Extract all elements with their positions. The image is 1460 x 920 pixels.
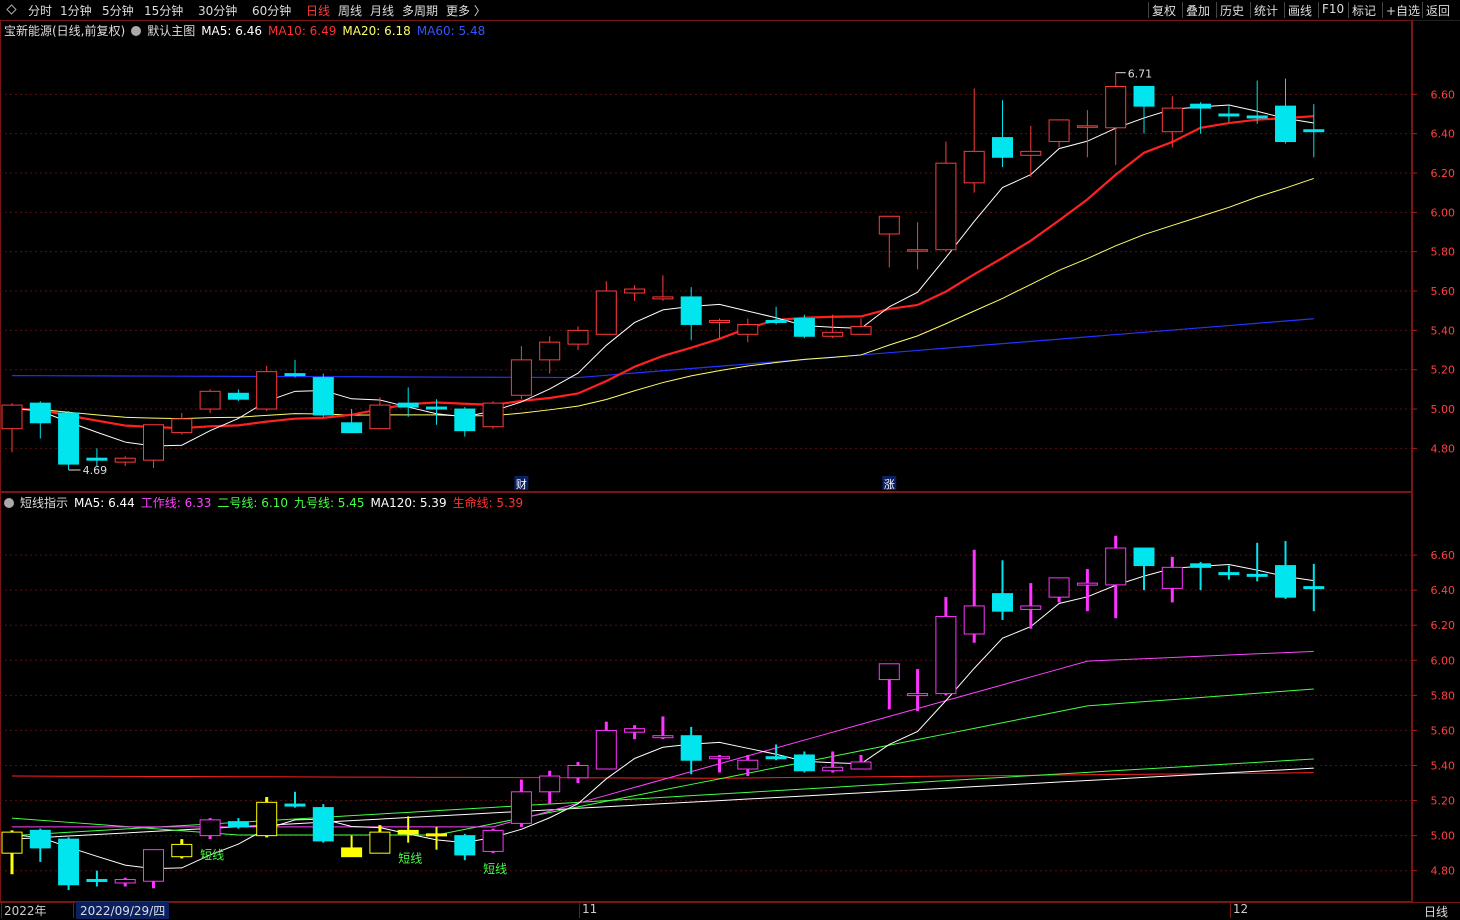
ind-legend-ma5: MA5: 6.44 <box>74 496 135 510</box>
tool-button-5[interactable]: F10 <box>1322 2 1344 16</box>
x-axis-tick <box>579 902 580 918</box>
period-tab-6[interactable]: 日线 <box>306 2 330 19</box>
tool-button-8[interactable]: 返回 <box>1426 2 1450 19</box>
tool-button-7[interactable]: +自选 <box>1386 2 1420 19</box>
tool-button-1[interactable]: 叠加 <box>1186 2 1210 19</box>
period-tab-2[interactable]: 5分钟 <box>102 2 134 19</box>
toolbar-divider <box>1382 2 1383 18</box>
tool-button-0[interactable]: 复权 <box>1152 2 1176 19</box>
x-axis-label: 2022年 <box>4 904 47 918</box>
period-tab-3[interactable]: 15分钟 <box>144 2 183 19</box>
main-price-axis <box>1412 20 1460 492</box>
toolbar-divider <box>1182 2 1183 18</box>
x-axis-label: 11 <box>582 902 598 916</box>
x-axis-tick <box>1 902 2 918</box>
tool-button-6[interactable]: 标记 <box>1352 2 1376 19</box>
toolbar-divider <box>1348 2 1349 18</box>
ind-legend-line2: 二号线: 6.10 <box>217 496 288 510</box>
indicator-icon[interactable] <box>4 498 14 508</box>
main-legend: 宝新能源(日线,前复权) 默认主图 MA5: 6.46 MA10: 6.49 MA20:… <box>4 22 491 39</box>
ind-legend-ma120: MA120: 5.39 <box>370 496 447 510</box>
period-tab-8[interactable]: 月线 <box>370 2 394 19</box>
period-toolbar: 分时 1分钟 5分钟 15分钟 30分钟 60分钟 日线 周线 月线 多周期 更多 〉 复权 叠加 历史… <box>0 0 1460 21</box>
template-name[interactable]: 默认主图 <box>147 24 195 38</box>
toolbar-divider <box>1148 2 1149 18</box>
period-tab-0[interactable]: 分时 <box>28 2 52 19</box>
indicator-name[interactable]: 短线指示 <box>20 496 68 510</box>
tool-button-3[interactable]: 统计 <box>1254 2 1278 19</box>
stock-title[interactable]: 宝新能源(日线,前复权) <box>4 24 125 38</box>
ind-legend-work: 工作线: 6.33 <box>140 496 212 510</box>
x-axis-label: 2022/09/29/四 <box>76 902 170 919</box>
period-tab-5[interactable]: 60分钟 <box>252 2 291 19</box>
template-icon[interactable] <box>131 26 142 36</box>
legend-ma10: MA10: 6.49 <box>267 24 337 38</box>
tool-button-4[interactable]: 画线 <box>1288 2 1312 19</box>
toolbar-divider <box>1284 2 1285 18</box>
toolbar-divider <box>1250 2 1251 18</box>
indicator-price-axis <box>1412 492 1460 902</box>
menu-icon[interactable] <box>6 4 17 15</box>
period-tab-9[interactable]: 多周期 <box>402 2 438 19</box>
legend-ma5: MA5: 6.46 <box>201 24 262 38</box>
x-axis-tick <box>73 902 74 918</box>
indicator-panel[interactable] <box>0 492 1412 902</box>
period-tab-7[interactable]: 周线 <box>338 2 362 19</box>
period-tab-10[interactable]: 更多 〉 <box>446 2 486 19</box>
period-tab-1[interactable]: 1分钟 <box>60 2 92 19</box>
period-tab-4[interactable]: 30分钟 <box>198 2 237 19</box>
main-chart-panel[interactable] <box>0 20 1412 492</box>
tool-button-2[interactable]: 历史 <box>1220 2 1244 19</box>
legend-ma60: MA60: 5.48 <box>416 24 486 38</box>
toolbar-divider <box>1318 2 1319 18</box>
toolbar-divider <box>1422 2 1423 18</box>
x-axis-label: 12 <box>1232 902 1249 916</box>
period-label[interactable]: 日线 <box>1424 903 1448 920</box>
indicator-legend: 短线指示 MA5: 6.44 工作线: 6.33 二号线: 6.10 九号线: 5.45… <box>4 494 529 511</box>
toolbar-divider <box>1216 2 1217 18</box>
ind-legend-life: 生命线: 5.39 <box>452 496 524 510</box>
legend-ma20: MA20: 6.18 <box>342 24 411 38</box>
ind-legend-line9: 九号线: 5.45 <box>293 496 365 510</box>
x-axis-tick <box>1229 902 1231 918</box>
